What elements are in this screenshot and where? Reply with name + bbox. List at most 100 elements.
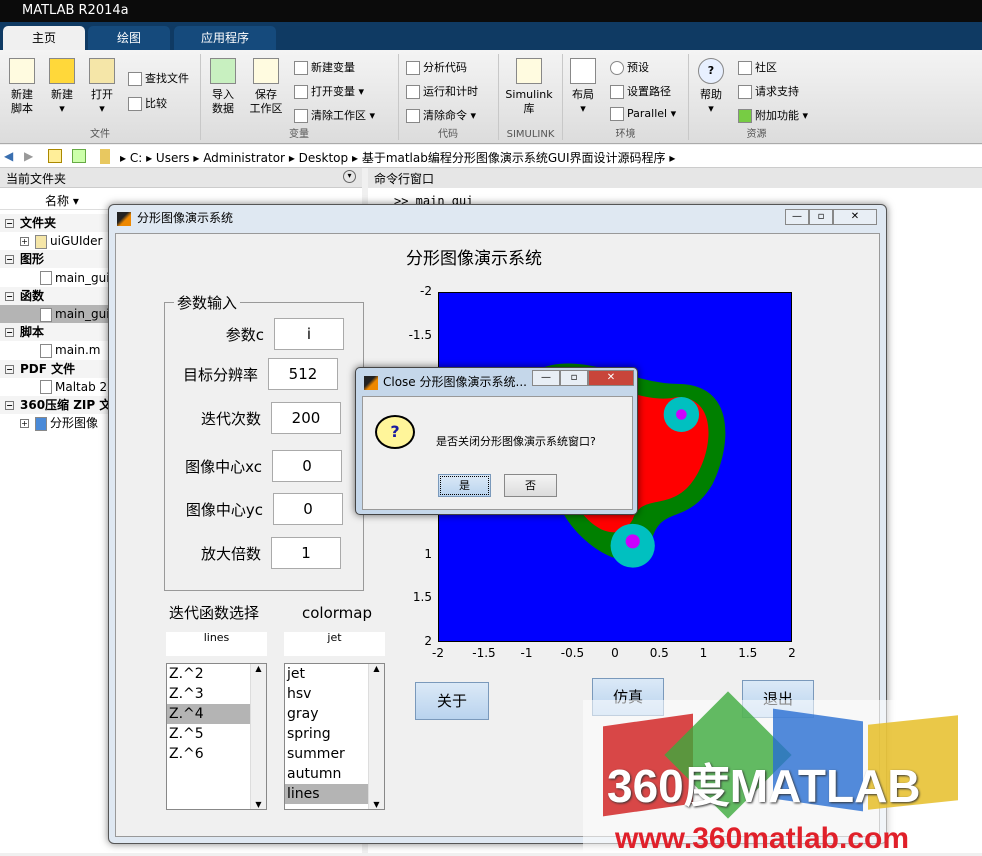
clear-workspace-button[interactable]: 清除工作区 ▾ (294, 107, 375, 123)
label: 保存 (255, 88, 277, 101)
address-bar: ◀ ▶ ▸ C: ▸ Users ▸ Administrator ▸ Deskt… (0, 145, 982, 168)
set-path-button[interactable]: 设置路径 (610, 83, 671, 99)
community-button[interactable]: 社区 (738, 59, 777, 75)
label: 社区 (755, 61, 777, 74)
collapse-icon[interactable]: − (5, 292, 14, 301)
new-button[interactable]: 新建▾ (46, 58, 78, 116)
collapse-icon[interactable]: − (5, 328, 14, 337)
request-support-button[interactable]: 请求支持 (738, 83, 799, 99)
dialog-body: ? 是否关闭分形图像演示系统窗口? 是 否 (362, 396, 633, 510)
expand-icon[interactable]: + (20, 237, 29, 246)
scrollbar[interactable]: ▲▼ (368, 664, 384, 809)
crumb-administrator[interactable]: Administrator (203, 151, 285, 165)
new-variable-button[interactable]: 新建变量 (294, 59, 355, 75)
new-script-button[interactable]: 新建脚本 (6, 58, 38, 116)
eraser-icon (406, 109, 420, 123)
browse-icon[interactable] (72, 149, 86, 163)
list-item[interactable]: Z.^2 (167, 664, 250, 684)
clear-commands-button[interactable]: 清除命令 ▾ (406, 107, 476, 123)
list-item[interactable]: Z.^4 (167, 704, 250, 724)
label: Close 分形图像演示系统... (383, 375, 527, 389)
collapse-icon[interactable]: − (5, 219, 14, 228)
folder-icon (35, 235, 47, 249)
parallel-icon (610, 107, 624, 121)
param-input[interactable]: 0 (273, 493, 343, 525)
param-input[interactable]: 0 (272, 450, 342, 482)
minimize-button[interactable]: — (532, 370, 560, 386)
group-label-environment: 环境 (563, 128, 688, 142)
list-item[interactable]: gray (285, 704, 368, 724)
list-item[interactable]: Z.^5 (167, 724, 250, 744)
crumb-c[interactable]: C: (130, 151, 142, 165)
open-variable-button[interactable]: 打开变量 ▾ (294, 83, 364, 99)
watermark: 360度MATLAB www.360matlab.com (583, 700, 973, 853)
collapse-icon[interactable]: − (5, 401, 14, 410)
label: 脚本 (11, 102, 33, 115)
addons-button[interactable]: 附加功能 ▾ (738, 107, 808, 123)
group-label-variable: 变量 (200, 128, 398, 142)
list-item[interactable]: summer (285, 744, 368, 764)
list-item[interactable]: jet (285, 664, 368, 684)
open-button[interactable]: 打开▾ (86, 58, 118, 116)
colormap-listbox[interactable]: jethsvgrayspringsummerautumnlines▲▼ (284, 663, 385, 810)
maximize-button[interactable]: ▫ (809, 209, 833, 225)
community-icon (738, 61, 752, 75)
list-item[interactable]: Z.^6 (167, 744, 250, 764)
param-input[interactable]: 200 (271, 402, 341, 434)
tab-plots[interactable]: 绘图 (88, 26, 170, 52)
help-button[interactable]: ?帮助▾ (694, 58, 728, 116)
list-item[interactable]: spring (285, 724, 368, 744)
scrollbar[interactable]: ▲▼ (250, 664, 266, 809)
list-item[interactable]: hsv (285, 684, 368, 704)
x-tick-label: 2 (782, 646, 802, 660)
param-label: 参数c (226, 324, 264, 345)
list-item[interactable]: autumn (285, 764, 368, 784)
open-variable-icon (294, 85, 308, 99)
maximize-button[interactable]: ▫ (560, 370, 588, 386)
crumb-project-folder[interactable]: 基于matlab编程分形图像演示系统GUI界面设计源码程序 (362, 151, 666, 165)
list-item[interactable]: lines (285, 784, 368, 804)
expand-icon[interactable]: + (20, 419, 29, 428)
folder-path-icon (610, 85, 624, 99)
simulink-icon (516, 58, 542, 84)
label: Simulink (505, 88, 552, 101)
yes-button[interactable]: 是 (438, 474, 491, 497)
collapse-icon[interactable]: − (5, 255, 14, 264)
list-item[interactable]: Z.^3 (167, 684, 250, 704)
analyze-code-button[interactable]: 分析代码 (406, 59, 467, 75)
simulink-library-button[interactable]: Simulink库 (504, 58, 554, 116)
no-button[interactable]: 否 (504, 474, 557, 497)
preferences-button[interactable]: 预设 (610, 59, 649, 75)
about-button[interactable]: 关于 (415, 682, 489, 720)
forward-icon[interactable]: ▶ (24, 149, 33, 163)
import-data-button[interactable]: 导入数据 (206, 58, 240, 116)
param-input[interactable]: 1 (271, 537, 341, 569)
path-sep: ▸ C: ▸ Users ▸ Administrator ▸ Desktop ▸… (120, 149, 675, 166)
current-folder-header: 当前文件夹▾ (0, 168, 362, 188)
run-and-time-button[interactable]: 运行和计时 (406, 83, 478, 99)
layout-button[interactable]: 布局▾ (566, 58, 600, 116)
param-input[interactable]: i (274, 318, 344, 350)
watermark-url: www.360matlab.com (615, 822, 909, 856)
compare-button[interactable]: 比较 (128, 95, 167, 111)
collapse-icon[interactable]: − (5, 365, 14, 374)
tab-home[interactable]: 主页 (3, 26, 85, 52)
y-tick-label: 2 (424, 634, 432, 648)
tab-apps[interactable]: 应用程序 (174, 26, 276, 52)
crumb-desktop[interactable]: Desktop (299, 151, 349, 165)
label: 图形 (20, 252, 44, 266)
crumb-users[interactable]: Users (156, 151, 190, 165)
folder-icon (100, 149, 110, 164)
panel-menu-icon[interactable]: ▾ (343, 170, 356, 183)
back-icon[interactable]: ◀ (4, 149, 13, 163)
find-files-button[interactable]: 查找文件 (128, 70, 189, 86)
parallel-button[interactable]: Parallel ▾ (610, 107, 676, 121)
y-tick-label: -2 (420, 284, 432, 298)
minimize-button[interactable]: — (785, 209, 809, 225)
up-folder-icon[interactable] (48, 149, 62, 163)
iter-func-listbox[interactable]: Z.^2Z.^3Z.^4Z.^5Z.^6▲▼ (166, 663, 267, 810)
close-button[interactable]: ✕ (588, 370, 634, 386)
close-button[interactable]: ✕ (833, 209, 877, 225)
save-workspace-button[interactable]: 保存工作区 (246, 58, 286, 116)
param-input[interactable]: 512 (268, 358, 338, 390)
